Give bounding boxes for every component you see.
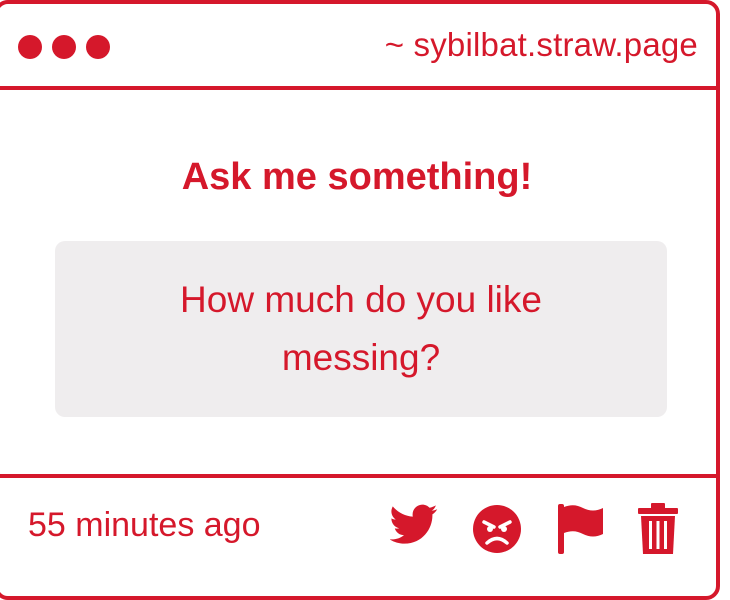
window-dot	[18, 35, 42, 59]
trash-icon[interactable]	[636, 502, 680, 556]
question-text: How much do you like messing?	[180, 279, 542, 378]
angry-face-icon[interactable]	[472, 504, 522, 554]
window-dot	[52, 35, 76, 59]
page-title: Ask me something!	[181, 156, 533, 198]
question-box: How much do you like messing?	[55, 241, 667, 417]
site-url: ~ sybilbat.straw.page	[384, 26, 698, 63]
twitter-bird-icon[interactable]	[390, 504, 438, 548]
window-dots	[18, 35, 110, 59]
timestamp: 55 minutes ago	[28, 506, 261, 544]
card-footer: 55 minutes ago	[0, 474, 716, 596]
window-dot	[86, 35, 110, 59]
flag-icon[interactable]	[556, 502, 606, 556]
title-bar: ~ sybilbat.straw.page	[0, 4, 716, 90]
ask-card: ~ sybilbat.straw.page Ask me something! …	[0, 0, 720, 600]
